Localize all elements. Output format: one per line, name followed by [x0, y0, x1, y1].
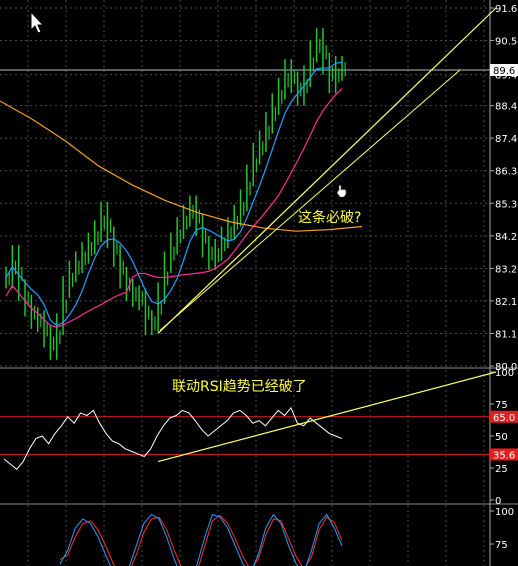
price-tick-label: 83.20: [495, 264, 518, 275]
price-tick-label: 81.10: [495, 329, 518, 340]
price-tick-label: 87.40: [495, 134, 518, 145]
stoch-tick-label: 75: [495, 540, 508, 551]
slow-ma-line: [5, 88, 343, 328]
stochastic-signal-line: [59, 514, 343, 566]
stoch-tick-label: 100: [495, 507, 514, 518]
chart-canvas: 91.6090.5589.4588.4587.4086.3585.3084.25…: [0, 0, 518, 566]
price-tick-label: 84.25: [495, 232, 518, 243]
trading-chart-window: 91.6090.5589.4588.4587.4086.3585.3084.25…: [0, 0, 518, 566]
fast-ma-line: [5, 61, 343, 327]
price-axis: 91.6090.5589.4588.4587.4086.3585.3084.25…: [490, 4, 518, 551]
stochastic-panel: [59, 513, 343, 566]
price-tick-label: 88.45: [495, 102, 518, 113]
rsi-tick-label: 25: [495, 464, 508, 475]
rsi-level-label: 65.0: [493, 413, 515, 424]
price-panel: [0, 7, 497, 360]
price-tick-label: 82.15: [495, 297, 518, 308]
price-tick-label: 86.35: [495, 167, 518, 178]
rsi-annotation: 联动RSI趋势已经破了: [172, 379, 307, 395]
price-trendline: [159, 69, 461, 331]
price-annotation: 这条必破?: [298, 209, 361, 226]
hand-cursor-icon: [336, 184, 347, 198]
mouse-pointer-icon: [30, 10, 45, 34]
rsi-tick-label: 75: [495, 400, 508, 411]
price-tick-label: 90.55: [495, 37, 518, 48]
grid-lines: [0, 0, 518, 566]
price-tick-label: 85.30: [495, 199, 518, 210]
current-price-label: 89.6: [493, 66, 515, 77]
rsi-tick-label: 0: [495, 496, 501, 507]
price-tick-label: 91.60: [495, 4, 518, 15]
rsi-tick-label: 50: [495, 432, 508, 443]
rsi-tick-label: 100: [495, 368, 514, 379]
rsi-level-label: 35.6: [493, 450, 515, 461]
